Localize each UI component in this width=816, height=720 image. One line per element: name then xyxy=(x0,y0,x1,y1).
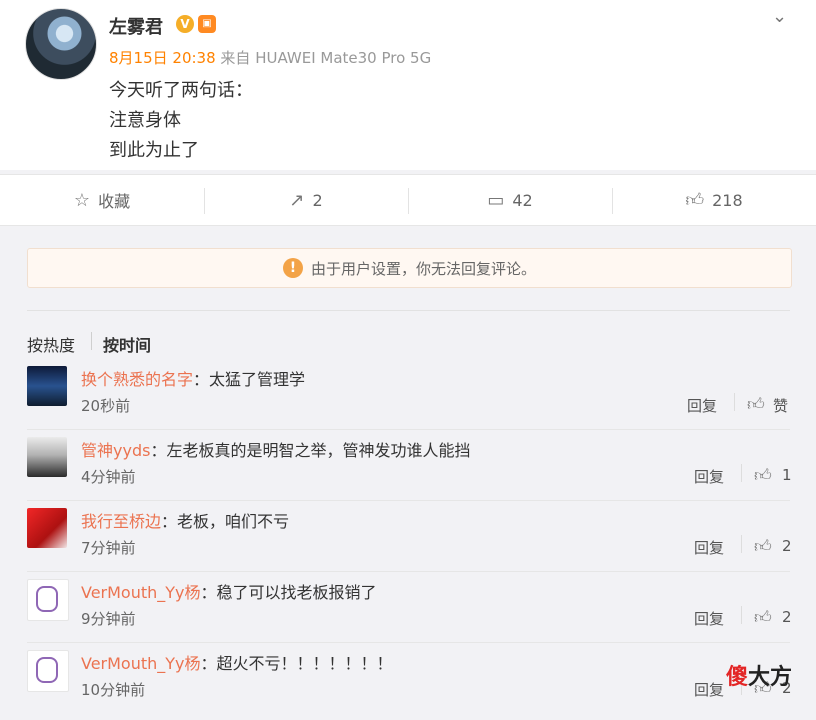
comment-time: 10分钟前 xyxy=(81,681,146,699)
reply-button[interactable]: 回复 xyxy=(694,679,724,700)
comment-text: VerMouth_Yy杨：稳了可以找老板报销了 xyxy=(81,579,377,603)
commenter-avatar[interactable] xyxy=(27,366,67,406)
thumbs-up-icon: 👍︎ xyxy=(685,190,705,211)
post-content-line-1: 今天听了两句话： xyxy=(109,80,253,101)
reply-button[interactable]: 回复 xyxy=(694,466,724,487)
post-source: 来自 HUAWEI Mate30 Pro 5G xyxy=(220,49,432,67)
watermark-black-text: 大方 xyxy=(748,665,793,690)
comment-divider xyxy=(741,535,742,553)
comment-like-count: 1 xyxy=(782,466,792,484)
comment-button[interactable]: ▭ 42 xyxy=(408,175,612,225)
watermark-red-text: 傻 xyxy=(726,665,749,690)
comment-separator xyxy=(27,571,790,572)
author-avatar[interactable] xyxy=(25,8,97,80)
sort-by-hot-tab[interactable]: 按热度 xyxy=(27,332,75,356)
comment-item: VerMouth_Yy杨：超火不亏！！！！！！！ 10分钟前 回复 👍︎ 2 xyxy=(27,650,792,720)
comment-body: ：太猛了管理学 xyxy=(193,370,306,389)
thumbs-up-icon[interactable]: 👍︎ xyxy=(754,465,772,486)
commenter-avatar[interactable] xyxy=(27,579,69,621)
repost-button[interactable]: ↗ 2 xyxy=(204,175,408,225)
like-count: 218 xyxy=(712,190,743,210)
gift-badge-icon: ▣ xyxy=(198,15,216,33)
comment-text: 管神yyds：左老板真的是明智之举，管神发功谁人能挡 xyxy=(81,437,470,461)
chevron-down-icon[interactable]: ⌄ xyxy=(772,6,792,27)
comment-time: 4分钟前 xyxy=(81,468,136,486)
comment-text: VerMouth_Yy杨：超火不亏！！！！！！！ xyxy=(81,650,393,674)
comment-divider xyxy=(741,464,742,482)
author-name[interactable]: 左雾君 xyxy=(109,13,163,39)
post-content-line-2: 注意身体 xyxy=(109,110,181,131)
unicorn-avatar-icon xyxy=(36,586,58,612)
comment-item: 换个熟悉的名字：太猛了管理学 20秒前 回复 👍︎ 赞 xyxy=(27,366,790,436)
comment-divider xyxy=(741,606,742,624)
post-meta: 8月15日 20:38 来自 HUAWEI Mate30 Pro 5G xyxy=(109,47,431,68)
commenter-name[interactable]: VerMouth_Yy杨 xyxy=(81,654,201,673)
commenter-avatar[interactable] xyxy=(27,508,67,548)
comment-time: 7分钟前 xyxy=(81,539,136,557)
comment-time: 20秒前 xyxy=(81,397,131,415)
commenter-name[interactable]: 我行至桥边 xyxy=(81,512,161,531)
reply-button[interactable]: 回复 xyxy=(687,395,717,416)
comment-like-count: 2 xyxy=(782,537,792,555)
like-button[interactable]: 👍︎ 218 xyxy=(612,175,816,225)
commenter-avatar[interactable] xyxy=(27,437,67,477)
section-divider xyxy=(27,310,790,311)
star-icon: ☆ xyxy=(73,189,91,211)
post-content-line-3: 到此为止了 xyxy=(109,140,199,161)
comment-like-count: 赞 xyxy=(773,397,789,415)
comment-text: 换个熟悉的名字：太猛了管理学 xyxy=(81,366,305,390)
comment-body: ：老板，咱们不亏 xyxy=(161,512,290,531)
favorite-button[interactable]: ☆ 收藏 xyxy=(0,175,204,225)
comment-body: ：左老板真的是明智之举，管神发功谁人能挡 xyxy=(150,441,471,460)
comment-text: 我行至桥边：老板，咱们不亏 xyxy=(81,508,289,532)
notice-text: 由于用户设置，你无法回复评论。 xyxy=(310,259,536,278)
weibo-post: 左雾君 V ▣ ⌄ 8月15日 20:38 来自 HUAWEI Mate30 P… xyxy=(0,0,816,170)
comment-time: 9分钟前 xyxy=(81,610,136,628)
reply-restriction-notice: ! 由于用户设置，你无法回复评论。 xyxy=(27,248,792,288)
reply-button[interactable]: 回复 xyxy=(694,608,724,629)
comment-item: 我行至桥边：老板，咱们不亏 7分钟前 回复 👍︎ 2 xyxy=(27,508,792,578)
comment-icon: ▭ xyxy=(487,189,505,211)
watermark: 傻大方 xyxy=(726,659,792,691)
commenter-avatar[interactable] xyxy=(27,650,69,692)
post-time[interactable]: 8月15日 20:38 xyxy=(109,49,216,67)
verified-badge-icon: V xyxy=(176,15,194,33)
comment-separator xyxy=(27,642,790,643)
thumbs-up-icon[interactable]: 👍︎ xyxy=(747,394,765,415)
comment-body: ：稳了可以找老板报销了 xyxy=(200,583,377,602)
sort-divider xyxy=(91,332,92,350)
unicorn-avatar-icon xyxy=(36,657,58,683)
thumbs-up-icon[interactable]: 👍︎ xyxy=(754,607,772,628)
repost-count: 2 xyxy=(312,190,323,210)
comment-item: VerMouth_Yy杨：稳了可以找老板报销了 9分钟前 回复 👍︎ 2 xyxy=(27,579,792,649)
comment-divider xyxy=(734,393,735,411)
commenter-name[interactable]: 管神yyds xyxy=(81,441,150,460)
reply-button[interactable]: 回复 xyxy=(694,537,724,558)
comment-item: 管神yyds：左老板真的是明智之举，管神发功谁人能挡 4分钟前 回复 👍︎ 1 xyxy=(27,437,792,507)
warning-icon: ! xyxy=(282,258,303,278)
post-actions-bar: ☆ 收藏 ↗ 2 ▭ 42 👍︎ 218 xyxy=(0,174,816,226)
share-icon: ↗ xyxy=(289,189,305,211)
thumbs-up-icon[interactable]: 👍︎ xyxy=(754,536,772,557)
sort-by-time-tab[interactable]: 按时间 xyxy=(103,332,151,356)
commenter-name[interactable]: 换个熟悉的名字 xyxy=(81,370,193,389)
comment-separator xyxy=(27,429,790,430)
favorite-label: 收藏 xyxy=(98,192,131,211)
commenter-name[interactable]: VerMouth_Yy杨 xyxy=(81,583,201,602)
comment-body: ：超火不亏！！！！！！！ xyxy=(200,654,393,673)
comment-count: 42 xyxy=(512,190,533,210)
comment-like-count: 2 xyxy=(782,608,792,626)
comment-separator xyxy=(27,500,790,501)
